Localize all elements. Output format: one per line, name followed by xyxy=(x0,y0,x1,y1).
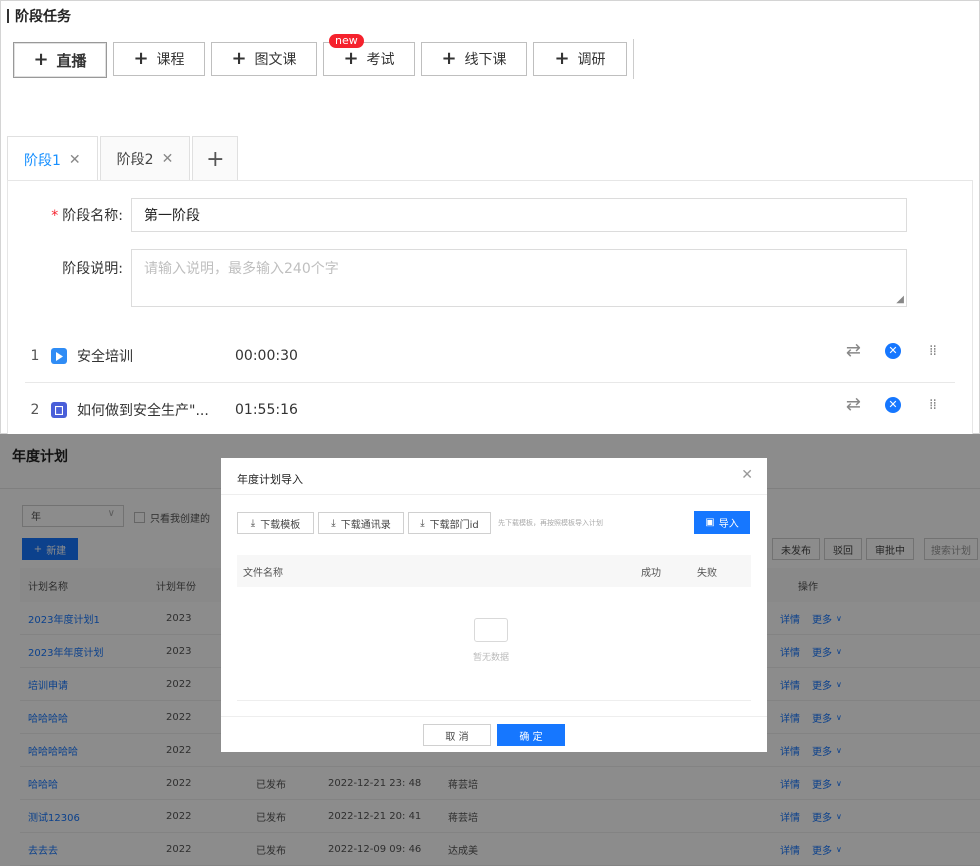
import-label: 导入 xyxy=(718,519,739,530)
delete-icon[interactable]: ✕ xyxy=(885,342,901,359)
stage-task-panel: 阶段任务 + 直播 + 课程 + 图文课 new + 考试 + 线下课 + 调研 阶段1 ✕ 阶… xyxy=(0,0,980,436)
download-icon: ⤓ xyxy=(331,517,336,529)
add-exam-button[interactable]: new + 考试 xyxy=(323,34,415,76)
plus-icon: + xyxy=(33,49,49,70)
stage-desc-row: 阶段说明: 请输入说明，最多输入240个字 ◢ xyxy=(7,249,907,307)
add-survey-label: 调研 xyxy=(577,52,606,68)
play-icon xyxy=(51,348,67,364)
plus-icon: + xyxy=(133,48,149,69)
stage-desc-label: 阶段说明: xyxy=(62,261,123,277)
drag-handle-icon[interactable]: ⁞⁞ xyxy=(929,344,937,358)
download-template-button[interactable]: ⤓ 下载模板 xyxy=(237,512,314,534)
tab-stage-2-label: 阶段2 xyxy=(116,152,154,168)
add-article-course-label: 图文课 xyxy=(254,52,297,68)
add-stage-tab-button[interactable]: + xyxy=(192,136,239,181)
stage-name-label: * 阶段名称: xyxy=(7,205,131,225)
list-item[interactable]: 1 安全培训 00:00:30 ⇄ ✕ ⁞⁞ xyxy=(25,330,955,382)
resize-grip-icon[interactable]: ◢ xyxy=(896,294,904,305)
close-icon[interactable]: ✕ xyxy=(69,152,81,168)
empty-state: 暂无数据 xyxy=(451,618,531,663)
stage-desc-textarea[interactable]: 请输入说明，最多输入240个字 ◢ xyxy=(131,249,907,307)
doc-icon xyxy=(51,402,67,418)
item-actions: ⇄ ✕ ⁞⁞ xyxy=(846,394,937,415)
tab-stage-1[interactable]: 阶段1 ✕ xyxy=(7,136,98,182)
add-live-label: 直播 xyxy=(56,51,87,70)
cancel-button[interactable]: 取 消 xyxy=(423,724,491,746)
add-course-label: 课程 xyxy=(156,52,185,68)
new-badge: new xyxy=(329,34,364,48)
required-asterisk: * xyxy=(51,208,59,224)
item-index: 1 xyxy=(30,348,40,364)
add-content-toolbar: + 直播 + 课程 + 图文课 new + 考试 + 线下课 + 调研 xyxy=(13,34,634,79)
close-icon[interactable]: ✕ xyxy=(162,151,174,167)
stage-desc-placeholder: 请输入说明，最多输入240个字 xyxy=(144,261,339,277)
item-name: 如何做到安全生产"... xyxy=(77,403,209,419)
title-bar-decoration xyxy=(7,9,9,23)
table-bottom-divider xyxy=(237,700,751,701)
add-survey-button[interactable]: + 调研 xyxy=(533,42,627,76)
delete-icon[interactable]: ✕ xyxy=(885,396,901,413)
add-live-button[interactable]: + 直播 xyxy=(13,42,107,78)
add-offline-course-button[interactable]: + 线下课 xyxy=(421,42,527,76)
plus-icon: + xyxy=(231,48,247,69)
close-icon[interactable]: ✕ xyxy=(741,467,753,483)
modal-title: 年度计划导入 xyxy=(237,473,303,486)
list-divider xyxy=(25,382,955,383)
download-contacts-label: 下载通讯录 xyxy=(340,519,391,531)
plus-icon: + xyxy=(441,48,457,69)
stage-name-label-text: 阶段名称: xyxy=(62,208,123,224)
tab-stage-2[interactable]: 阶段2 ✕ xyxy=(99,136,191,181)
item-duration: 00:00:30 xyxy=(235,348,298,364)
toolbar-divider xyxy=(633,39,634,79)
item-name: 安全培训 xyxy=(77,349,133,365)
download-icon: ⤓ xyxy=(420,517,425,529)
download-contacts-button[interactable]: ⤓ 下载通讯录 xyxy=(318,512,404,534)
list-item[interactable]: 2 如何做到安全生产"... 01:55:16 ⇄ ✕ ⁞⁞ xyxy=(25,384,955,436)
stage-name-input[interactable]: 第一阶段 xyxy=(131,198,907,232)
download-template-label: 下载模板 xyxy=(260,519,301,531)
download-dept-id-label: 下载部门id xyxy=(429,519,479,531)
swap-icon[interactable]: ⇄ xyxy=(846,394,861,415)
drag-handle-icon[interactable]: ⁞⁞ xyxy=(929,398,937,412)
modal-header-divider xyxy=(221,494,767,495)
item-actions: ⇄ ✕ ⁞⁞ xyxy=(846,340,937,361)
import-modal: 年度计划导入 ✕ ⤓ 下载模板 ⤓ 下载通讯录 ⤓ 下载部门id 先下载模板，再按照模… xyxy=(221,458,767,752)
import-hint: 先下载模板，再按照模板导入计划 xyxy=(498,519,603,527)
confirm-button[interactable]: 确 定 xyxy=(497,724,565,746)
add-article-course-button[interactable]: + 图文课 xyxy=(211,42,317,76)
col-fail: 失败 xyxy=(697,567,717,579)
tab-stage-1-label: 阶段1 xyxy=(24,152,61,169)
add-exam-label: 考试 xyxy=(366,52,395,68)
stage-name-row: * 阶段名称: 第一阶段 xyxy=(7,198,907,232)
col-file-name: 文件名称 xyxy=(243,567,283,579)
add-offline-course-label: 线下课 xyxy=(464,52,507,68)
stage-tabs: 阶段1 ✕ 阶段2 ✕ + xyxy=(7,136,240,182)
swap-icon[interactable]: ⇄ xyxy=(846,340,861,361)
plus-icon: + xyxy=(554,48,570,69)
modal-footer-divider xyxy=(221,716,767,717)
import-button[interactable]: ▣ 导入 xyxy=(694,511,750,534)
empty-box-icon xyxy=(474,618,508,642)
import-table-header: 文件名称 成功 失败 xyxy=(237,555,751,587)
empty-text: 暂无数据 xyxy=(472,653,509,663)
col-success: 成功 xyxy=(641,567,661,579)
section-title-text: 阶段任务 xyxy=(15,9,71,25)
download-dept-id-button[interactable]: ⤓ 下载部门id xyxy=(408,512,491,534)
add-course-button[interactable]: + 课程 xyxy=(113,42,205,76)
item-index: 2 xyxy=(30,402,40,418)
item-duration: 01:55:16 xyxy=(235,402,298,418)
section-title: 阶段任务 xyxy=(7,6,71,26)
plus-icon: + xyxy=(343,48,359,69)
folder-icon: ▣ xyxy=(705,517,715,528)
download-icon: ⤓ xyxy=(250,517,256,529)
plus-icon: + xyxy=(206,146,225,172)
